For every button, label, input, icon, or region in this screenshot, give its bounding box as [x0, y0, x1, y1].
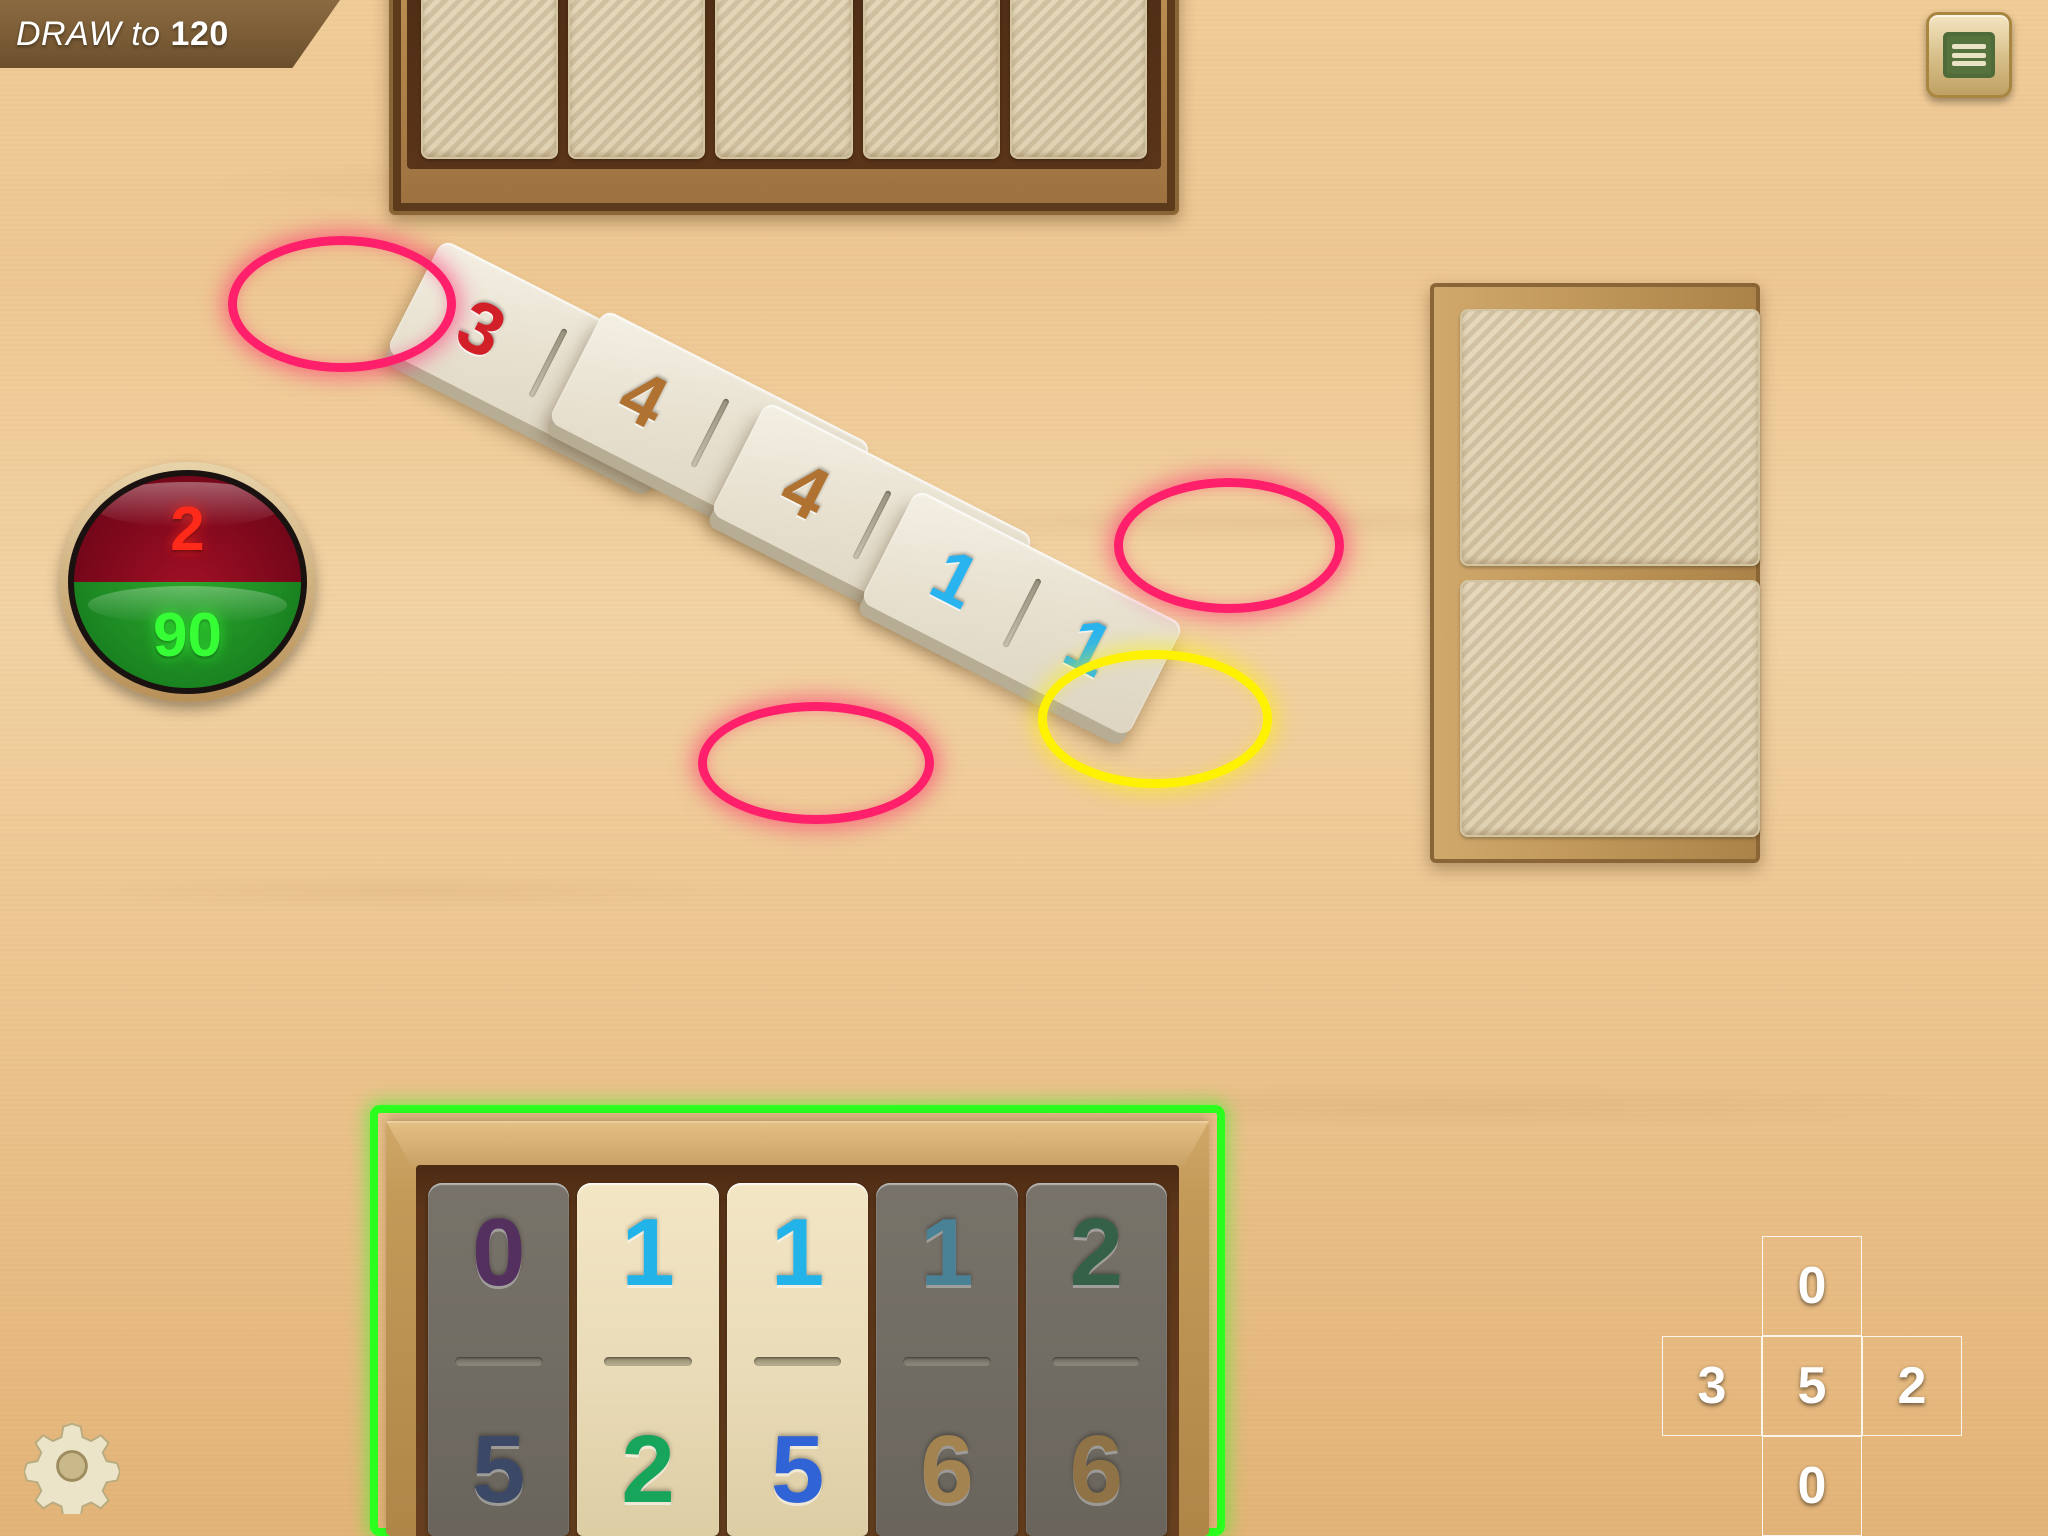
numpad-left-cell[interactable]: 3: [1662, 1336, 1762, 1436]
facedown-tile[interactable]: [1009, 0, 1148, 159]
list-menu-icon: [1943, 32, 1995, 78]
numpad-up-cell[interactable]: 0: [1762, 1236, 1862, 1336]
hand-tile-divider: [1052, 1357, 1141, 1366]
hand-tile-top: 2: [1069, 1199, 1124, 1306]
hand-tile-top: 1: [770, 1199, 825, 1306]
domino-divider: [1002, 577, 1042, 649]
banner-target-value: 120: [170, 14, 229, 53]
draw-target-banner: DRAW to 120: [0, 0, 340, 68]
score-opponent-half: 2: [74, 476, 301, 582]
hand-tile-bottom: 6: [920, 1416, 974, 1523]
hand-tile-divider: [903, 1357, 991, 1366]
hand-tile[interactable]: 26: [1025, 1183, 1168, 1536]
score-opponent-value: 2: [170, 494, 205, 564]
hand-tile-bottom: 2: [621, 1416, 675, 1523]
settings-button[interactable]: [22, 1418, 122, 1521]
hand-tile[interactable]: 16: [876, 1183, 1018, 1536]
facedown-tile[interactable]: [1460, 309, 1760, 566]
boneyard-right-slots: [1460, 309, 1760, 837]
facedown-tile[interactable]: [1460, 580, 1760, 837]
score-player-half: 90: [74, 582, 301, 688]
domino-pip-left: 4: [768, 444, 843, 537]
facedown-tile[interactable]: [715, 0, 853, 159]
score-player-value: 90: [153, 600, 222, 670]
domino-face: 11: [859, 488, 1185, 738]
score-face: 2 90: [74, 476, 301, 688]
number-pad-overlay: 0 3 5 2 0: [1648, 1236, 2048, 1536]
hand-tile-slots: 0512151626: [416, 1165, 1179, 1536]
hand-tile-top: 1: [920, 1199, 974, 1306]
hand-tile-bottom: 5: [770, 1416, 825, 1523]
board-domino[interactable]: 11: [859, 488, 1185, 738]
boneyard-top-slots: [407, 0, 1161, 169]
hand-tile[interactable]: 12: [577, 1183, 719, 1536]
domino-divider: [528, 327, 568, 399]
hand-tile[interactable]: 05: [428, 1183, 570, 1536]
domino-pip-right: 1: [1051, 600, 1127, 693]
numpad-center-cell[interactable]: 5: [1762, 1336, 1862, 1436]
facedown-tile[interactable]: [421, 0, 559, 159]
score-badge[interactable]: 2 90: [60, 462, 315, 702]
hand-tile[interactable]: 15: [726, 1183, 869, 1536]
hand-tile-divider: [604, 1357, 692, 1366]
placement-highlight-ring-pink[interactable]: [698, 702, 934, 824]
gear-icon: [22, 1422, 122, 1521]
hand-tile-bottom: 5: [472, 1416, 526, 1523]
hand-tile-bottom: 6: [1069, 1416, 1124, 1523]
boneyard-rack-top: [389, 0, 1179, 215]
hand-tile-top: 0: [472, 1199, 526, 1306]
hand-tile-divider: [753, 1357, 842, 1366]
numpad-down-cell[interactable]: 0: [1762, 1436, 1862, 1536]
banner-prefix: DRAW to: [16, 14, 161, 53]
hand-tile-top: 1: [621, 1199, 675, 1306]
domino-divider: [690, 397, 730, 469]
boneyard-rack-right: [1430, 283, 1760, 863]
menu-button[interactable]: [1926, 12, 2012, 98]
facedown-tile[interactable]: [862, 0, 1000, 159]
banner-text: DRAW to 120: [16, 15, 229, 54]
rack-bevel: [386, 1121, 1209, 1165]
player-hand-rack: 0512151626: [386, 1121, 1209, 1536]
facedown-tile[interactable]: [568, 0, 706, 159]
hand-tile-divider: [454, 1357, 543, 1366]
placement-highlight-ring-pink[interactable]: [1114, 478, 1344, 613]
numpad-right-cell[interactable]: 2: [1862, 1336, 1962, 1436]
domino-pip-left: 3: [444, 282, 519, 375]
domino-pip-left: 4: [606, 352, 681, 445]
domino-pip-left: 1: [918, 532, 993, 625]
